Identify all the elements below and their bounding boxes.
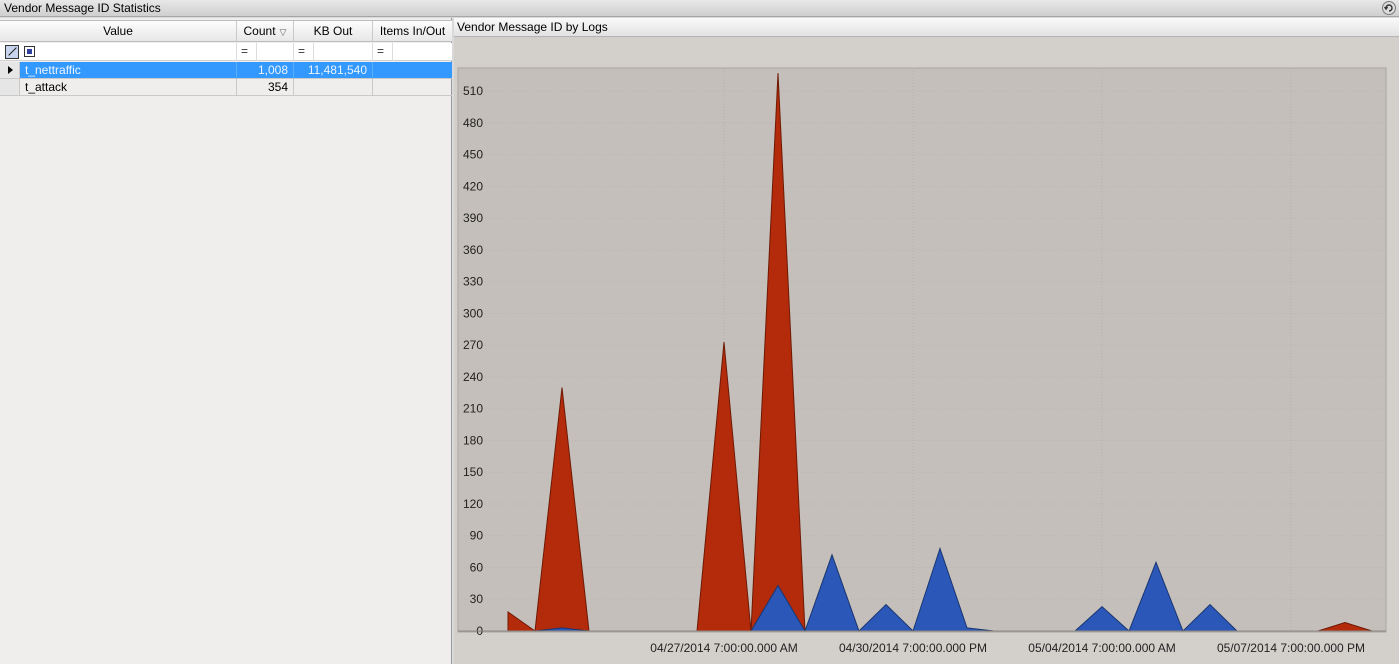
cell-items[interactable] [373, 62, 452, 79]
column-header-value-label: Value [103, 24, 133, 38]
row-indicator[interactable] [0, 79, 20, 96]
filter-cell-items[interactable]: = [373, 43, 452, 61]
x-tick-label: 05/07/2014 7:00:00.000 PM [1217, 641, 1365, 655]
filter-divider [256, 43, 257, 61]
sort-descending-icon: ▽ [279, 27, 287, 37]
table-row[interactable]: t_nettraffic 1,008 11,481,540 [0, 62, 452, 79]
cell-value[interactable]: t_attack [20, 79, 237, 96]
table-row[interactable]: t_attack 354 [0, 79, 452, 96]
y-tick-label: 330 [463, 275, 483, 289]
plot-background [457, 67, 1387, 633]
window-title: Vendor Message ID Statistics [4, 1, 161, 15]
filter-divider [392, 43, 393, 61]
filter-divider [313, 43, 314, 61]
cell-items[interactable] [373, 79, 452, 96]
chart-title-bar: Vendor Message ID by Logs [454, 18, 1399, 37]
x-tick-label: 05/04/2014 7:00:00.000 AM [1028, 641, 1175, 655]
column-header-kb-out[interactable]: KB Out [294, 21, 373, 42]
cell-kb-out[interactable]: 11,481,540 [294, 62, 373, 79]
refresh-icon[interactable] [1382, 1, 1396, 15]
cell-value[interactable]: t_nettraffic [20, 62, 237, 79]
column-header-kb-out-label: KB Out [313, 24, 353, 38]
row-pointer-icon [8, 66, 13, 74]
x-tick-label: 04/30/2014 7:00:00.000 PM [839, 641, 987, 655]
y-tick-label: 180 [463, 433, 483, 447]
row-indicator[interactable] [0, 62, 20, 79]
y-tick-label: 510 [463, 84, 483, 98]
cell-count[interactable]: 354 [237, 79, 294, 96]
filter-cell-kb-out[interactable]: = [294, 43, 373, 61]
filter-cell-count[interactable]: = [237, 43, 294, 61]
y-tick-label: 90 [470, 529, 484, 543]
statistics-grid-panel: Value Count▽ KB Out Items In/Out = = = [0, 18, 452, 664]
y-tick-label: 240 [463, 370, 483, 384]
chart-title: Vendor Message ID by Logs [457, 20, 608, 34]
grid-header: Value Count ▽ KB Out Items In/Out [0, 20, 452, 42]
column-header-count[interactable]: Count ▽ [237, 21, 294, 42]
column-header-count-label: Count [243, 24, 276, 38]
chart-area: 0 30 60 90 120 150 180 210 240 270 300 330 360 390 420… [454, 38, 1399, 664]
filter-operator[interactable]: = [377, 44, 384, 58]
filter-cell-value[interactable] [0, 43, 237, 61]
chart-panel: Vendor Message ID by Logs 0 30 60 90 120 150 1… [454, 18, 1399, 664]
window-title-bar: Vendor Message ID Statistics [0, 0, 1399, 17]
filter-operator[interactable]: = [298, 44, 305, 58]
y-tick-label: 480 [463, 116, 483, 130]
y-tick-label: 420 [463, 179, 483, 193]
y-tick-label: 270 [463, 338, 483, 352]
y-tick-label: 210 [463, 402, 483, 416]
y-tick-label: 60 [470, 560, 484, 574]
column-header-items[interactable]: Items In/Out [373, 21, 452, 42]
column-header-items-label: Items In/Out [379, 24, 446, 38]
column-header-value[interactable]: Value [0, 21, 237, 42]
y-tick-label: 30 [470, 592, 484, 606]
y-tick-label: 150 [463, 465, 483, 479]
y-tick-label: 390 [463, 211, 483, 225]
filter-operator[interactable]: = [241, 44, 248, 58]
cell-count[interactable]: 1,008 [237, 62, 294, 79]
y-tick-label: 450 [463, 148, 483, 162]
y-tick-label: 360 [463, 243, 483, 257]
cell-kb-out[interactable] [294, 79, 373, 96]
chart-svg: 0306090120150180210240270300330360390420… [457, 67, 1387, 655]
y-tick-label: 300 [463, 306, 483, 320]
y-tick-label: 120 [463, 497, 483, 511]
x-tick-label: 04/27/2014 7:00:00.000 AM [650, 641, 797, 655]
filter-row: = = = [0, 43, 452, 61]
